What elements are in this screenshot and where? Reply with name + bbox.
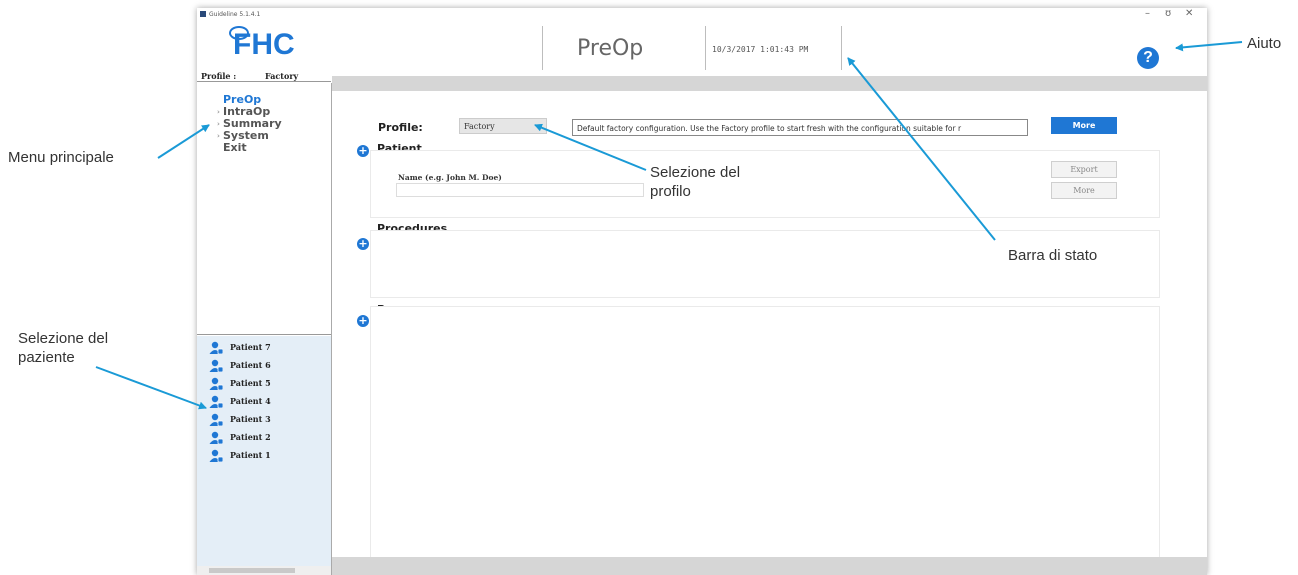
application-window: Guideline 5.1.4.1 – ʊ ✕ FHC PreOp 10/3/2… [197, 8, 1207, 575]
fhc-logo: FHC [229, 26, 295, 62]
profile-name: Factory [265, 71, 299, 81]
expand-icon: › [217, 132, 220, 140]
profile-description: Default factory configuration. Use the F… [572, 119, 1028, 136]
patient-icon [209, 359, 223, 372]
header: FHC PreOp 10/3/2017 1:01:43 PM ? [197, 22, 1207, 74]
patient-icon [209, 413, 223, 426]
profile-select[interactable]: Factory ⌄ [459, 118, 547, 134]
main-menu: PreOp › IntraOp › Summary › System Exit [197, 83, 331, 335]
header-divider [542, 26, 543, 70]
export-button[interactable]: Export [1051, 161, 1117, 178]
header-divider [705, 26, 706, 70]
page-title: PreOp [577, 36, 644, 61]
bottom-band [332, 557, 1207, 575]
logo-ring-icon [229, 26, 249, 40]
top-band [332, 76, 1207, 91]
arrow-patient [95, 366, 207, 410]
patient-name-label: Name (e.g. John M. Doe) [398, 173, 502, 182]
patient-label: Patient 3 [230, 414, 271, 424]
main-content: Profile: Factory ⌄ Default factory confi… [332, 74, 1207, 575]
patient-icon [209, 449, 223, 462]
current-profile: Profile : Factory [197, 70, 331, 82]
scrollbar-thumb[interactable] [209, 568, 295, 573]
add-pass-icon[interactable]: + [357, 315, 369, 327]
profile-caption: Profile : [201, 71, 237, 81]
window-title: Guideline 5.1.4.1 [209, 11, 261, 18]
patient-label: Patient 2 [230, 432, 271, 442]
passes-section [370, 306, 1160, 558]
patient-label: Patient 1 [230, 450, 271, 460]
callout-aiuto: Aiuto [1247, 35, 1282, 52]
patient-icon [209, 395, 223, 408]
add-procedure-icon[interactable]: + [357, 238, 369, 250]
profile-label: Profile: [378, 121, 423, 134]
patient-list: Patient 7 Patient 6 Patient 5 Patient 4 … [197, 336, 331, 566]
callout-barra-di-stato: Barra di stato [1008, 247, 1098, 264]
chevron-down-icon: ⌄ [536, 122, 542, 130]
patient-label: Patient 5 [230, 378, 271, 388]
callout-selezione-paziente: Selezione del paziente [18, 330, 109, 366]
callout-menu-principale: Menu principale [8, 149, 114, 166]
patient-more-button[interactable]: More [1051, 182, 1117, 199]
add-patient-icon[interactable]: + [357, 145, 369, 157]
patient-icon [209, 377, 223, 390]
app-icon [200, 11, 206, 17]
profile-more-button[interactable]: More [1051, 117, 1117, 134]
callout-selezione-profilo: Selezione del profilo [650, 164, 741, 200]
patient-name-input[interactable] [396, 183, 644, 197]
profile-select-value: Factory [464, 122, 495, 131]
header-divider [841, 26, 842, 70]
status-bar-time: 10/3/2017 1:01:43 PM [712, 45, 809, 54]
maximize-button[interactable]: ʊ [1165, 8, 1171, 19]
close-button[interactable]: ✕ [1185, 8, 1193, 19]
minimize-button[interactable]: – [1145, 8, 1150, 19]
patient-icon [209, 431, 223, 444]
help-button[interactable]: ? [1137, 47, 1159, 69]
patient-label: Patient 6 [230, 360, 271, 370]
patient-icon [209, 341, 223, 354]
patient-label: Patient 7 [230, 342, 271, 352]
patient-label: Patient 4 [230, 396, 271, 406]
horizontal-scrollbar[interactable] [197, 566, 331, 575]
title-bar: Guideline 5.1.4.1 – ʊ ✕ [197, 8, 1207, 22]
menu-item-exit[interactable]: Exit [223, 141, 247, 154]
sidebar: PreOp › IntraOp › Summary › System Exit … [197, 83, 332, 575]
